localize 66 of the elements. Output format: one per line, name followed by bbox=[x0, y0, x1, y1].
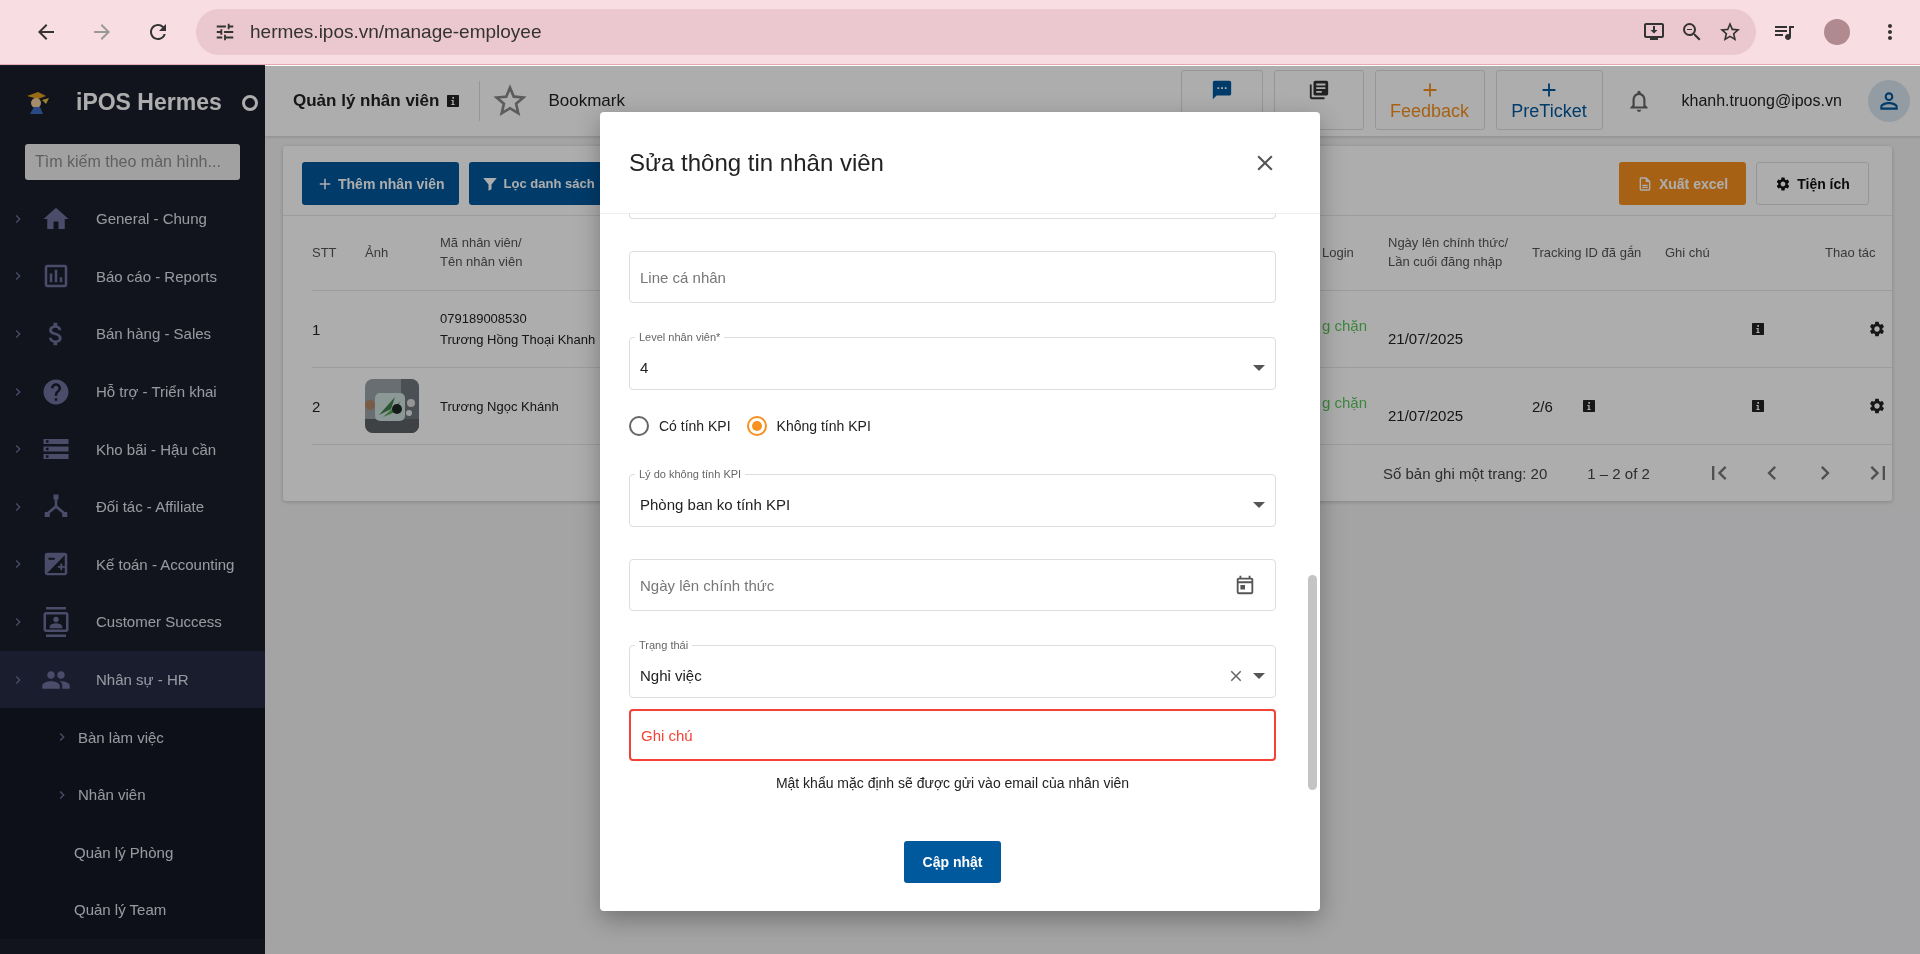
gear-icon[interactable] bbox=[1867, 320, 1886, 338]
add-employee-button[interactable]: Thêm nhân viên bbox=[302, 162, 459, 205]
sidebar-item[interactable]: Bán hàng - Sales bbox=[0, 305, 265, 363]
password-note: Mật khẩu mặc định sẽ được gửi vào email của nhân viên bbox=[774, 775, 1131, 793]
page-range: 1 – 2 of 2 bbox=[1587, 464, 1650, 482]
table-cell: 1 bbox=[312, 320, 321, 338]
gear-icon[interactable] bbox=[1867, 397, 1886, 415]
table-cell: Trương Hồng Thoại Khanh bbox=[440, 332, 596, 347]
user-avatar[interactable] bbox=[1867, 79, 1910, 122]
scrollbar[interactable] bbox=[1308, 575, 1317, 790]
star-icon[interactable] bbox=[1718, 20, 1742, 44]
table-cell: 2 bbox=[312, 397, 321, 415]
brand-name: iPOS Hermes bbox=[76, 89, 222, 116]
radio-option[interactable]: Không tính KPI bbox=[746, 416, 871, 436]
column-header: Ghi chú bbox=[1665, 216, 1750, 291]
ticket-button[interactable]: PreTicket bbox=[1495, 70, 1603, 130]
table-cell-text: 21/07/2025 bbox=[1388, 328, 1464, 347]
table-cell-text: g chặn bbox=[1322, 316, 1368, 334]
column-header: Tracking ID đã gắn bbox=[1532, 216, 1665, 291]
input-field[interactable]: Ghi chú bbox=[629, 709, 1276, 761]
column-header: Ảnh bbox=[365, 216, 440, 291]
info-icon[interactable] bbox=[1580, 398, 1597, 414]
bookmark-link[interactable]: Bookmark bbox=[548, 90, 625, 111]
dropdown-icon bbox=[1253, 364, 1265, 371]
table-cell-text: 21/07/2025 bbox=[1388, 405, 1464, 424]
page-size-label: Số bản ghi một trang: 20 bbox=[1383, 464, 1548, 482]
sidebar-subitem[interactable]: Quản lý Team bbox=[0, 881, 265, 939]
books-icon bbox=[1307, 79, 1330, 101]
sidebar-subitem[interactable]: Bàn làm việc bbox=[0, 708, 265, 766]
table-cell: 2/6 bbox=[1532, 397, 1553, 415]
sidebar-item[interactable]: Kế toán - Accounting bbox=[0, 535, 265, 594]
sidebar-item[interactable]: Đối tác - Affiliate bbox=[0, 477, 265, 536]
table-cell: Trương Ngọc Khánh bbox=[440, 398, 559, 414]
column-header: Ngày lên chính thức/ Lần cuối đăng nhập bbox=[1388, 216, 1532, 291]
chat-icon bbox=[1210, 79, 1233, 101]
table-cell: 079189008530 bbox=[440, 311, 527, 326]
sidebar-item[interactable]: General - Chung bbox=[0, 190, 265, 248]
sidebar-item[interactable]: Hỗ trợ - Triển khai bbox=[0, 362, 265, 421]
column-header: Thao tác bbox=[1825, 216, 1892, 291]
sidebar-subitem[interactable]: Quản lý Phòng bbox=[0, 823, 265, 882]
address-bar[interactable]: hermes.ipos.vn/manage-employee bbox=[196, 9, 1756, 55]
info-icon[interactable] bbox=[1750, 398, 1766, 414]
user-email: khanh.truong@ipos.vn bbox=[1681, 91, 1842, 110]
tune-icon[interactable] bbox=[214, 21, 236, 43]
gear-icon bbox=[1775, 175, 1792, 192]
column-header: Login bbox=[1322, 216, 1388, 291]
calendar-icon[interactable] bbox=[1234, 574, 1256, 596]
radio-icon[interactable] bbox=[241, 94, 258, 111]
utilities-button[interactable]: Tiện ích bbox=[1756, 162, 1869, 205]
table-cell-text: g chặn bbox=[1322, 393, 1368, 411]
sidebar-subitem[interactable]: Nhân viên bbox=[0, 765, 265, 824]
radio-option[interactable]: Có tính KPI bbox=[629, 416, 731, 436]
sidebar-item[interactable]: Báo cáo - Reports bbox=[0, 247, 265, 306]
date-field[interactable]: Ngày lên chính thức bbox=[629, 559, 1276, 611]
contact-card-icon bbox=[41, 606, 71, 637]
info-icon[interactable] bbox=[1750, 321, 1766, 337]
dialog-title: Sửa thông tin nhân viên bbox=[629, 148, 884, 177]
info-icon[interactable] bbox=[445, 92, 462, 109]
search-field[interactable]: Tìm kiếm theo màn hình... bbox=[25, 144, 240, 180]
sidebar-item[interactable]: Nhân sự - HR bbox=[0, 650, 265, 709]
sidebar-item[interactable]: Customer Success bbox=[0, 593, 265, 651]
update-button[interactable]: Cập nhật bbox=[903, 841, 1002, 883]
dropdown-icon bbox=[1253, 672, 1265, 679]
column-header: STT bbox=[312, 216, 365, 291]
sidebar-item[interactable]: Kho bãi - Hậu cần bbox=[0, 420, 265, 478]
page-title: Quản lý nhân viên bbox=[293, 90, 440, 111]
